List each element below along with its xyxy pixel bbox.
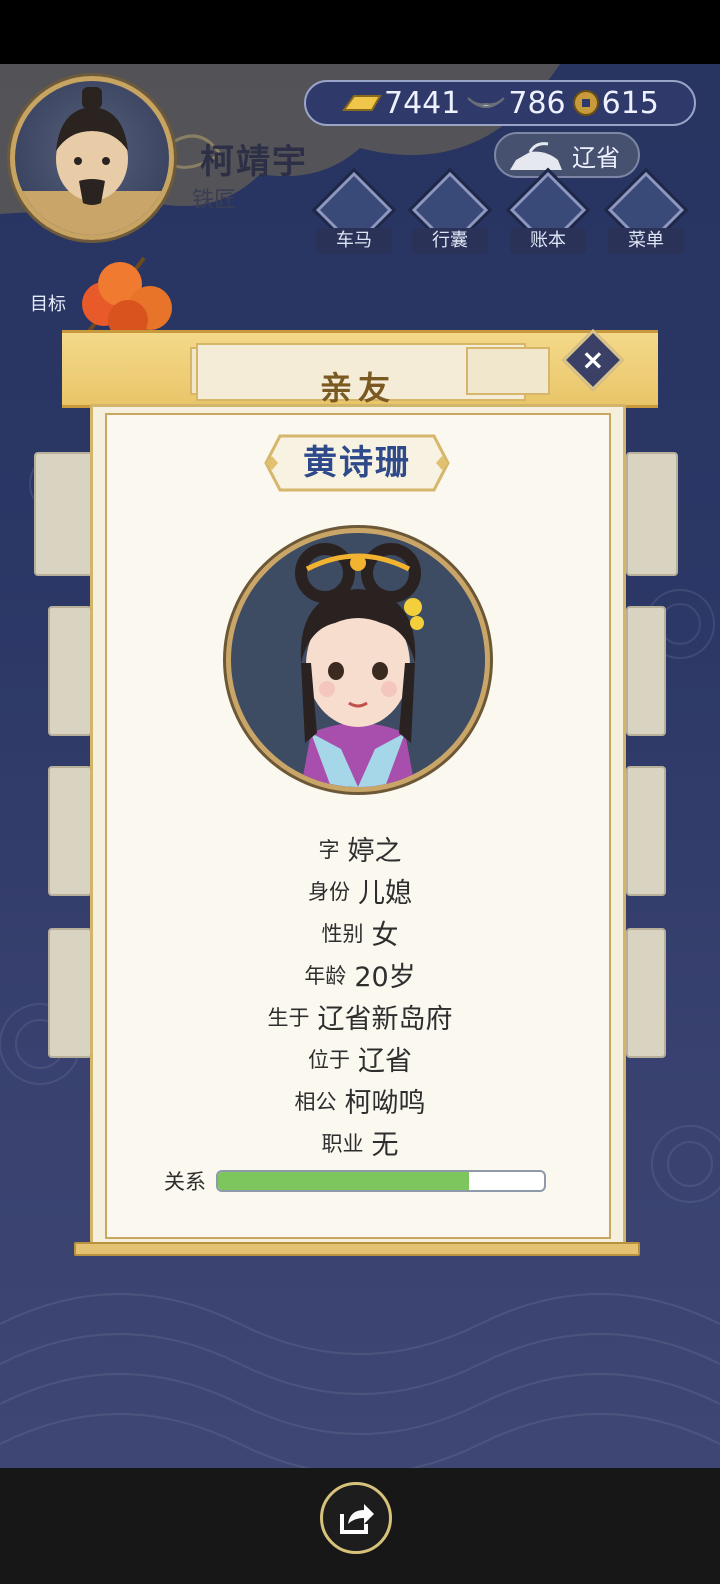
info-key: 身份	[308, 880, 350, 904]
coin-amount: 615	[601, 85, 659, 121]
nav-label-carriage: 车马	[316, 228, 392, 254]
relative-portrait	[226, 528, 490, 792]
header-ornament	[466, 347, 550, 395]
info-key: 职业	[321, 1132, 364, 1156]
iron-icon	[510, 142, 562, 170]
scroll-bottom-rod	[74, 1242, 640, 1256]
player-portrait-icon	[15, 87, 169, 235]
background-card	[626, 606, 666, 736]
silver-currency: 786	[466, 85, 566, 121]
info-row-gender: 性别 女	[110, 910, 610, 952]
gold-ingot-icon	[342, 95, 382, 111]
copper-currency: 615	[572, 86, 659, 121]
nav-carriage-button[interactable]: 车马	[311, 167, 397, 256]
info-row-birthplace: 生于 辽省新岛府	[110, 994, 610, 1036]
background-card	[626, 928, 666, 1058]
relative-name: 黄诗珊	[303, 443, 411, 483]
nav-menu-button[interactable]: 菜单	[603, 167, 689, 256]
woman-portrait-icon	[295, 543, 424, 787]
background-card	[48, 766, 92, 896]
relation-progress-fill	[218, 1172, 470, 1190]
info-value: 婷之	[347, 836, 402, 867]
gold-amount: 7441	[384, 85, 461, 121]
nav-bag-button[interactable]: 行囊	[407, 167, 493, 256]
background-card	[626, 766, 666, 896]
background-card	[48, 928, 92, 1058]
system-status-bar	[0, 0, 720, 64]
silver-ingot-icon	[467, 97, 506, 108]
modal-title: 亲友	[319, 369, 396, 407]
player-occupation: 铁匠	[192, 188, 237, 213]
player-avatar[interactable]	[10, 76, 174, 240]
info-row-occupation: 职业 无	[110, 1120, 610, 1162]
nav-label-bag: 行囊	[412, 228, 488, 254]
info-key: 位于	[308, 1048, 350, 1072]
info-key: 年龄	[304, 964, 347, 988]
info-value: 柯呦鸣	[344, 1088, 426, 1119]
info-value: 辽省	[358, 1046, 412, 1077]
info-row-age: 年龄 20岁	[110, 952, 610, 994]
relation-label: 关系	[164, 1170, 206, 1194]
info-value: 20岁	[354, 962, 416, 993]
copper-coin-icon	[572, 90, 599, 116]
location-label: 辽省	[572, 143, 620, 172]
relation-meter: 关系	[164, 1166, 546, 1196]
info-value: 辽省新岛府	[317, 1004, 453, 1035]
info-key: 性别	[321, 922, 364, 946]
player-name: 柯靖宇	[200, 142, 308, 182]
info-value: 无	[371, 1130, 399, 1161]
info-key: 字	[318, 838, 340, 862]
goal-label: 目标	[30, 294, 66, 315]
info-key: 生于	[267, 1006, 310, 1030]
background-card	[48, 606, 92, 736]
nav-label-menu: 菜单	[608, 228, 684, 254]
close-icon: ×	[581, 343, 605, 376]
info-key: 相公	[294, 1090, 337, 1114]
share-icon	[340, 1504, 374, 1534]
share-button[interactable]	[320, 1482, 392, 1554]
info-value: 女	[371, 920, 399, 951]
info-value: 儿媳	[358, 878, 412, 909]
nav-ledger-button[interactable]: 账本	[505, 167, 591, 256]
info-row-location: 位于 辽省	[110, 1036, 610, 1078]
silver-amount: 786	[508, 85, 566, 121]
info-row-courtesy-name: 字 婷之	[110, 826, 610, 868]
gold-currency: 7441	[342, 86, 460, 121]
background-card	[34, 452, 94, 576]
relation-progress-bar	[216, 1170, 546, 1192]
info-row-identity: 身份 儿媳	[110, 868, 610, 910]
background-card	[626, 452, 678, 576]
info-row-husband: 相公 柯呦鸣	[110, 1078, 610, 1120]
relative-info-list: 字 婷之 身份 儿媳 性别 女 年龄 20岁 生于 辽省新岛府 位于 辽省 相公…	[110, 826, 610, 1162]
nav-label-ledger: 账本	[510, 228, 586, 254]
currency-bar: 7441 786 615	[304, 80, 696, 126]
